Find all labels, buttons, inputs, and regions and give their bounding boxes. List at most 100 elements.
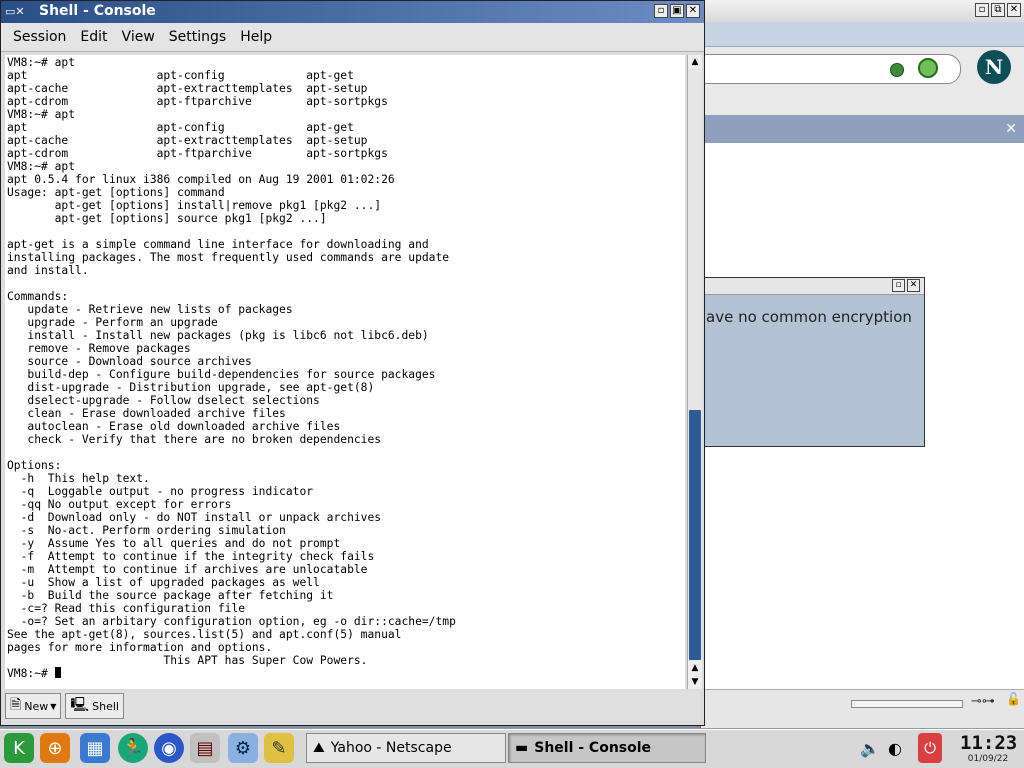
close-icon[interactable]: ✕: [907, 279, 920, 292]
terminal-line: apt-get [options] install|remove pkg1 [p…: [54, 199, 382, 212]
clock-time: 11:23: [960, 732, 1018, 754]
netscape-sidebar-header: ✕: [701, 115, 1024, 143]
scroll-down-icon[interactable]: ▼: [688, 675, 702, 689]
paint-brush-icon[interactable]: ✎: [264, 733, 294, 763]
close-icon[interactable]: ✕: [1007, 3, 1021, 17]
terminal-line: apt-cdrom apt-ftparchive apt-sortpkgs: [7, 147, 388, 160]
terminal-line: -f Attempt to continue if the integrity …: [20, 550, 375, 563]
terminal-line: -d Download only - do NOT install or unp…: [20, 511, 382, 524]
dialog-titlebar[interactable]: ▫ ✕: [702, 278, 924, 295]
maximize-icon[interactable]: ▫: [892, 279, 905, 292]
terminal-line: -qq No output except for errors: [20, 498, 232, 511]
power-icon[interactable]: ⏻: [918, 733, 942, 763]
netscape-titlebar[interactable]: ▫ ⧉ ✕: [701, 0, 1024, 23]
terminal-line: -m Attempt to continue if archives are u…: [20, 563, 368, 576]
new-session-tab[interactable]: 🗎 New ▼: [5, 693, 62, 719]
chevron-down-icon[interactable]: ▼: [50, 702, 56, 711]
runner-icon[interactable]: 🏃: [118, 733, 148, 763]
terminal-line: -q Loggable output - no progress indicat…: [20, 485, 314, 498]
terminal-line: -u Show a list of upgraded packages as w…: [20, 576, 320, 589]
dialog-message: ave no common encryption: [706, 308, 912, 326]
netscape-logo-icon[interactable]: N: [977, 50, 1011, 84]
terminal-line: Commands:: [7, 290, 69, 303]
terminal-line: -h This help text.: [20, 472, 150, 485]
search-go-icon[interactable]: [918, 58, 938, 78]
scroll-up-icon[interactable]: ▲: [688, 55, 702, 69]
terminal-line: apt apt-config apt-get: [7, 121, 354, 134]
maximize-icon[interactable]: ⧉: [991, 3, 1005, 17]
menu-edit[interactable]: Edit: [80, 29, 107, 45]
terminal-line: VM8:~# apt: [7, 108, 76, 121]
desktop-cube-icon[interactable]: ▦: [80, 733, 110, 763]
task-console[interactable]: ▬ Shell - Console: [508, 733, 706, 763]
menu-session[interactable]: Session: [13, 29, 66, 45]
terminal-scrollbar[interactable]: ▲ ▲ ▼: [687, 55, 702, 689]
lifesaver-help-icon[interactable]: ⊕: [40, 733, 70, 763]
window-title: Shell - Console: [39, 3, 156, 19]
network-icon[interactable]: ◐: [884, 733, 906, 763]
taskbar: K ⊕ ▦ 🏃 ◉ ▤ ⚙ ✎ ⛰ Yahoo - Netscape ▬ She…: [0, 729, 1024, 768]
console-titlebar[interactable]: ▭✕ Shell - Console ▫ ▣ ✕: [1, 1, 704, 23]
terminal-line: check - Verify that there are no broken …: [27, 433, 382, 446]
terminal-prompt: VM8:~#: [7, 667, 55, 680]
terminal-line: apt-get is a simple command line interfa…: [7, 238, 429, 251]
close-icon[interactable]: ✕: [686, 4, 700, 18]
terminal-line: installing packages. The most frequently…: [7, 251, 450, 264]
terminal-area[interactable]: VM8:~# apt apt apt-config apt-get apt-ca…: [5, 55, 685, 689]
terminal-line: apt-get [options] source pkg1 [pkg2 ...]: [54, 212, 327, 225]
terminal-line: dselect-upgrade - Follow dselect selecti…: [27, 394, 320, 407]
terminal-line: source - Download source archives: [27, 355, 252, 368]
scrollbar-thumb[interactable]: [689, 410, 701, 660]
clock-date: 01/09/22: [967, 754, 1009, 764]
lock-icon[interactable]: 🔓: [1006, 692, 1021, 706]
terminal-line: and install.: [7, 264, 89, 277]
terminal-line: apt-cache apt-extracttemplates apt-setup: [7, 134, 368, 147]
terminal-line: -y Assume Yes to all queries and do not …: [20, 537, 341, 550]
shell-tab[interactable]: 🖳 Shell: [65, 693, 124, 719]
globe-icon[interactable]: ◉: [154, 733, 184, 763]
terminal-cursor: [54, 667, 61, 678]
clock[interactable]: 11:23 01/09/22: [960, 732, 1018, 766]
console-window[interactable]: ▭✕ Shell - Console ▫ ▣ ✕ Session Edit Vi…: [0, 0, 705, 726]
menubar: Session Edit View Settings Help: [1, 23, 704, 52]
connection-plug-icon: ⊸⊶: [971, 694, 995, 709]
kde-menu-icon[interactable]: K: [4, 733, 34, 763]
progress-bar: [851, 700, 963, 708]
settings-runner-icon[interactable]: ⚙: [228, 733, 258, 763]
netscape-toolbar: [701, 22, 1024, 47]
terminal-line: apt apt-config apt-get: [7, 69, 354, 82]
terminal-line: upgrade - Perform an upgrade: [27, 316, 218, 329]
minimize-icon[interactable]: ▫: [654, 4, 668, 18]
terminal-line: This APT has Super Cow Powers.: [163, 654, 368, 667]
terminal-line: -o=? Set an arbitary configuration optio…: [20, 615, 456, 628]
close-icon[interactable]: ✕: [1005, 121, 1017, 137]
office-suite-icon[interactable]: ▤: [190, 733, 220, 763]
terminal-line: autoclean - Erase old downloaded archive…: [27, 420, 341, 433]
terminal-line: VM8:~# apt: [7, 160, 76, 173]
console-icon: ▬: [515, 740, 529, 756]
minimize-icon[interactable]: ▫: [975, 3, 989, 17]
terminal-line: clean - Erase downloaded archive files: [27, 407, 286, 420]
security-status-icon: [890, 63, 904, 77]
menu-settings[interactable]: Settings: [169, 29, 226, 45]
task-netscape[interactable]: ⛰ Yahoo - Netscape: [306, 733, 506, 763]
terminal-line: Options:: [7, 459, 62, 472]
menu-help[interactable]: Help: [240, 29, 272, 45]
terminal-line: -b Build the source package after fetchi…: [20, 589, 334, 602]
speaker-icon[interactable]: 🔈: [860, 733, 880, 763]
menu-view[interactable]: View: [122, 29, 155, 45]
scroll-up-icon[interactable]: ▲: [688, 661, 702, 675]
terminal-line: update - Retrieve new lists of packages: [27, 303, 293, 316]
maximize-icon[interactable]: ▣: [670, 4, 684, 18]
terminal-line: build-dep - Configure build-dependencies…: [27, 368, 436, 381]
terminal-line: apt 0.5.4 for linux i386 compiled on Aug…: [7, 173, 395, 186]
url-field[interactable]: [701, 54, 961, 84]
terminal-line: apt-cache apt-extracttemplates apt-setup: [7, 82, 368, 95]
terminal-line: VM8:~# apt: [7, 56, 76, 69]
terminal-output: VM8:~# apt apt apt-config apt-get apt-ca…: [5, 55, 685, 681]
window-menu-icon[interactable]: ▭✕: [5, 5, 25, 18]
terminal-line: Usage: apt-get [options] command: [7, 186, 225, 199]
netscape-window[interactable]: ▫ ⧉ ✕ N ✕ ▫ ✕ ave no common encryption ⊸…: [700, 0, 1024, 730]
shell-icon: 🖳: [70, 697, 90, 713]
alert-dialog[interactable]: ▫ ✕ ave no common encryption: [701, 277, 925, 447]
